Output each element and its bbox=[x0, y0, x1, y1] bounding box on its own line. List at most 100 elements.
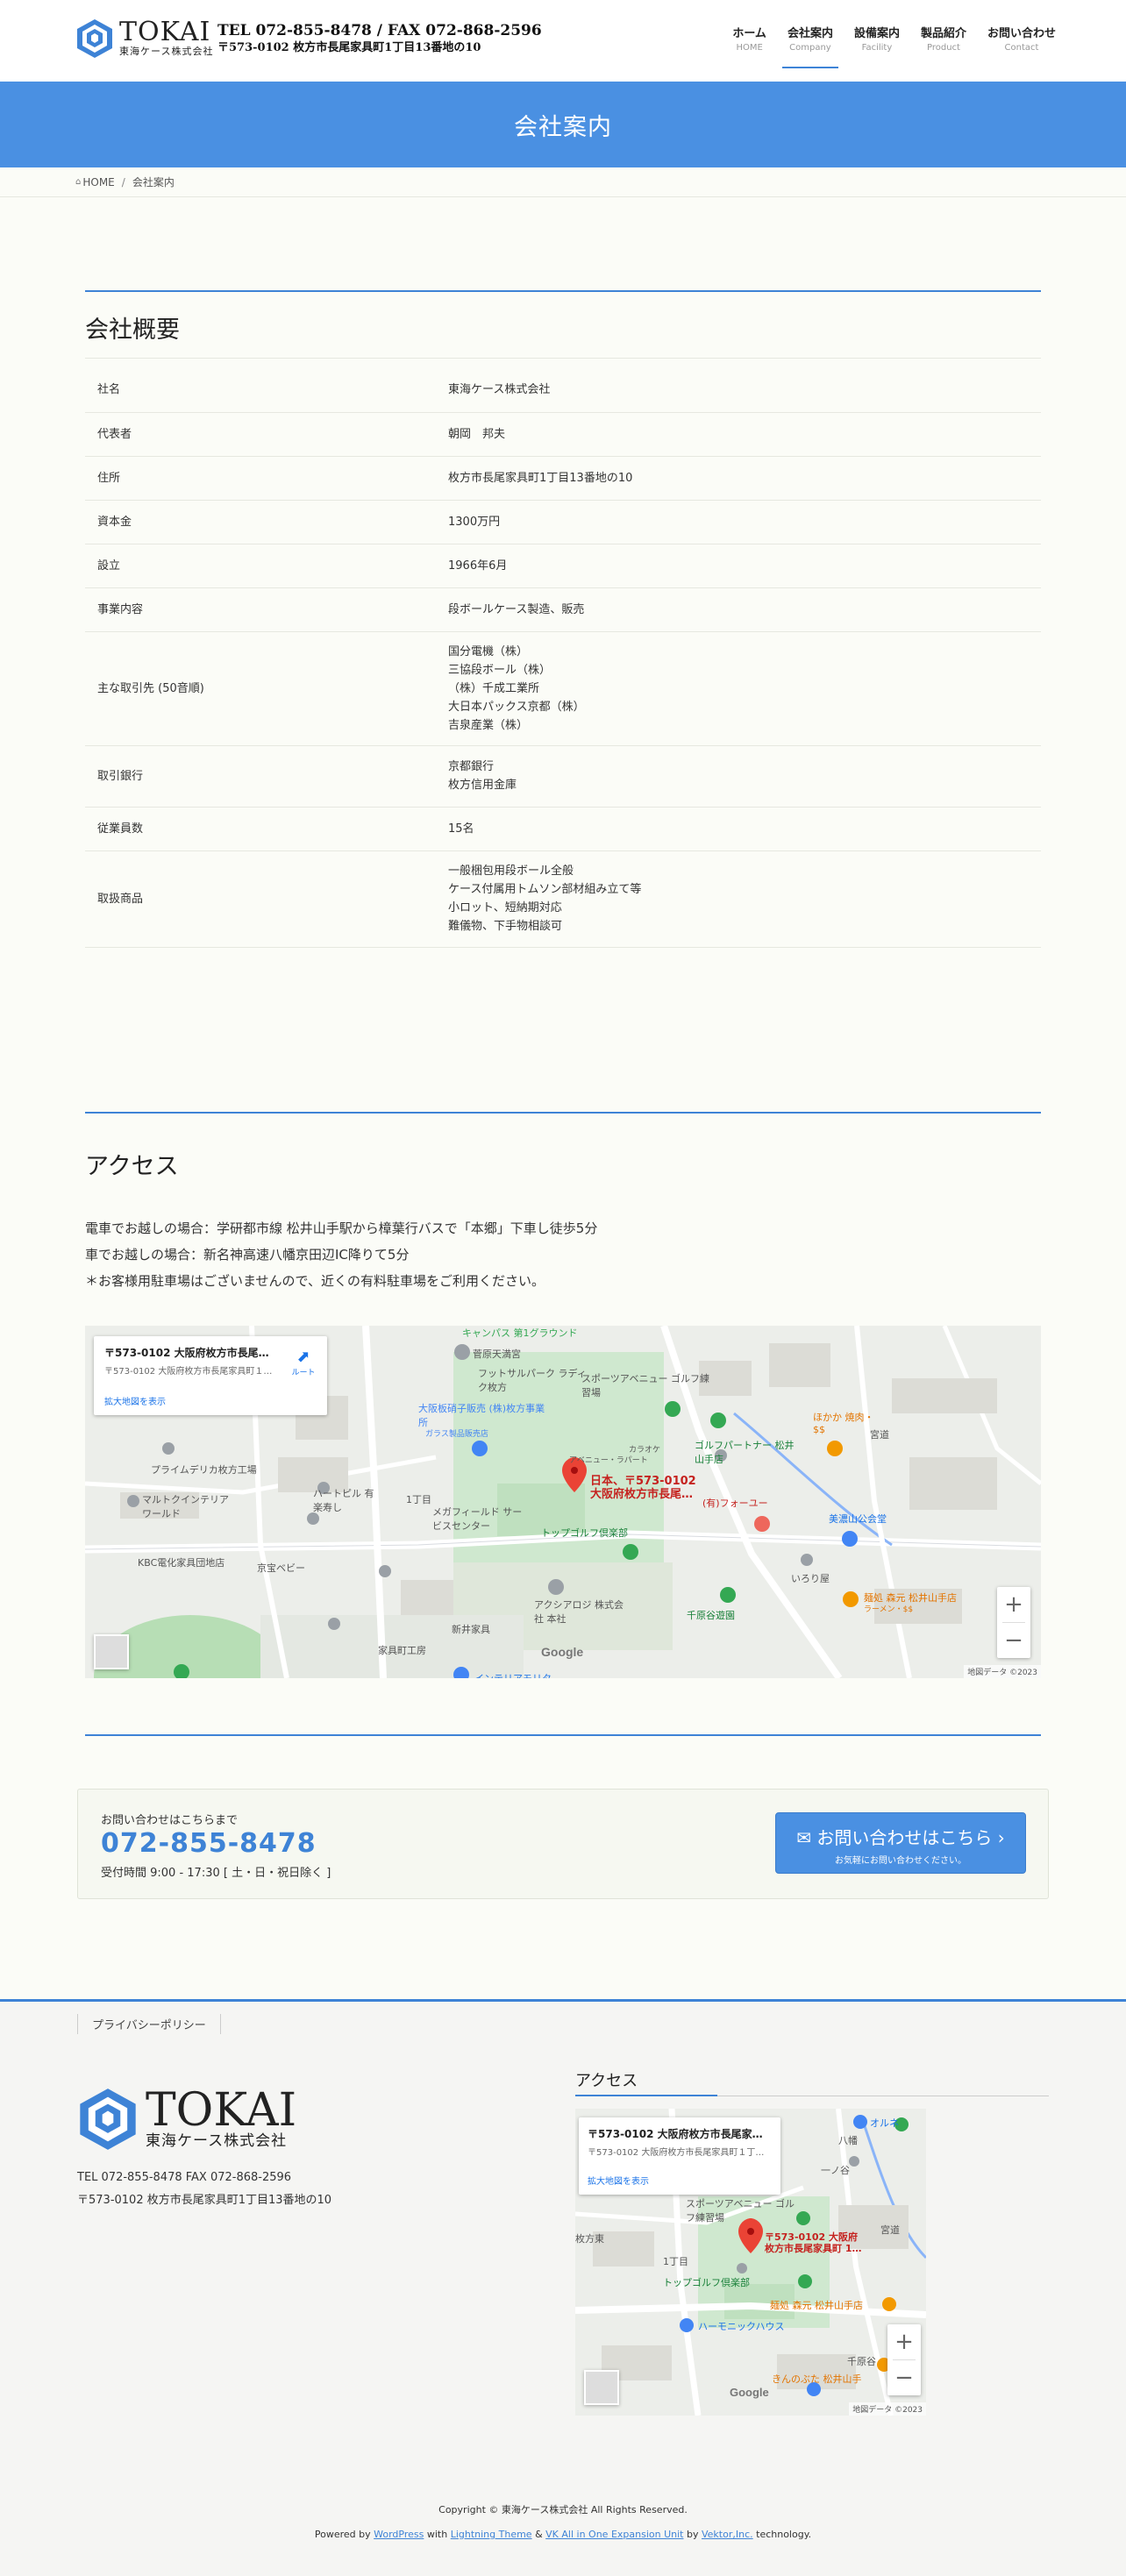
copyright-text: Copyright © 東海ケース株式会社 All Rights Reserve… bbox=[438, 2504, 688, 2516]
pin-label-line: 大阪府枚方市長尾… bbox=[590, 1488, 694, 1501]
table-row: 従業員数 15名 bbox=[85, 807, 1041, 851]
header-contact: TEL 072-855-8478 / FAX 072-868-2596 〒573… bbox=[217, 21, 542, 56]
footer-company-info: TEL 072-855-8478 FAX 072-868-2596 〒573-0… bbox=[77, 2167, 331, 2212]
map-card-address: 〒573-0102 大阪府枚方市長尾家具町１丁目１３−１０ bbox=[104, 1367, 276, 1377]
powered-by: Powered by WordPress with Lightning Them… bbox=[0, 2523, 1126, 2547]
map-place-label: 家具町工房 bbox=[378, 1645, 426, 1656]
value-line: 朝岡 邦夫 bbox=[448, 427, 506, 441]
row-value: 朝岡 邦夫 bbox=[436, 412, 1041, 457]
site-logo-link[interactable]: TOKAI 東海ケース株式会社 bbox=[75, 18, 213, 60]
contact-box: お問い合わせはこちらまで 072-855-8478 受付時間 9:00 - 17… bbox=[77, 1789, 1049, 1899]
tokai-cube-logo-icon bbox=[77, 19, 112, 58]
row-label: 従業員数 bbox=[85, 807, 436, 851]
zoom-in-button[interactable]: + bbox=[887, 2324, 921, 2359]
contact-button[interactable]: ✉ お問い合わせはこちら › お気軽にお問い合わせください。 bbox=[775, 1812, 1026, 1874]
map-place-label: アクシアロジ 株式会社 本社 bbox=[534, 1599, 624, 1625]
vk-expansion-link[interactable]: VK All in One Expansion Unit bbox=[545, 2529, 683, 2540]
nav-label: 会社案内 bbox=[787, 27, 833, 40]
directions-icon: ⬈ bbox=[296, 1348, 310, 1366]
nav-sublabel: Company bbox=[789, 43, 831, 53]
contact-button-label: お問い合わせはこちら bbox=[816, 1827, 993, 1848]
tokai-cube-logo-icon bbox=[80, 2089, 136, 2150]
contact-hours: 受付時間 9:00 - 17:30 [ 土・日・祝日除く ] bbox=[101, 1867, 331, 1880]
pin-label-line: 枚方市長尾家具町 1… bbox=[765, 2243, 862, 2254]
row-value: 一般梱包用段ボール全般 ケース付属用トムソン部材組み立て等 小ロット、短納期対応… bbox=[436, 850, 1041, 948]
value-line: 大日本パックス京都（株） bbox=[448, 700, 585, 714]
site-footer: プライバシーポリシー TOKAI 東海ケース株式会社 TEL 072-855-8… bbox=[0, 1999, 1126, 2576]
footer-access-title: アクセス bbox=[575, 2072, 638, 2090]
map-place-label: アベニュー・ラパート bbox=[569, 1456, 648, 1465]
nav-item-home[interactable]: ホーム HOME bbox=[732, 26, 766, 68]
copyright-block: Copyright © 東海ケース株式会社 All Rights Reserve… bbox=[0, 2498, 1126, 2547]
nav-item-product[interactable]: 製品紹介 Product bbox=[921, 26, 966, 68]
nav-sublabel: Facility bbox=[861, 43, 893, 53]
contact-tel[interactable]: 072-855-8478 bbox=[101, 1828, 317, 1859]
pin-label-line: 日本、〒573-0102 bbox=[590, 1475, 696, 1488]
brand-text: TOKAI 東海ケース株式会社 bbox=[119, 19, 213, 58]
zoom-out-button[interactable]: − bbox=[887, 2360, 921, 2395]
wordpress-link[interactable]: WordPress bbox=[374, 2529, 424, 2540]
row-value: 枚方市長尾家具町1丁目13番地の10 bbox=[436, 456, 1041, 501]
lightning-theme-link[interactable]: Lightning Theme bbox=[451, 2529, 532, 2540]
map-place-label: KBC電化家具団地店 bbox=[138, 1557, 225, 1569]
table-row: 取扱商品 一般梱包用段ボール全般 ケース付属用トムソン部材組み立て等 小ロット、… bbox=[85, 850, 1041, 948]
contact-button-main: ✉ お問い合わせはこちら › bbox=[776, 1824, 1025, 1849]
map-card-address: 〒573-0102 大阪府枚方市長尾家具町１丁目１３−１０ bbox=[588, 2148, 772, 2158]
map-place-label: キャンパス 第1グラウンド bbox=[462, 1327, 578, 1339]
map-zoom-control: + − bbox=[997, 1587, 1030, 1658]
value-line: 三協段ボール（株） bbox=[448, 663, 552, 677]
map-attribution: 地図データ ©2023 bbox=[964, 1665, 1041, 1678]
row-value: 1300万円 bbox=[436, 500, 1041, 544]
map-place-label: ラーメン・$$ bbox=[864, 1605, 914, 1614]
row-label: 事業内容 bbox=[85, 587, 436, 632]
view-larger-map-link[interactable]: 拡大地図を表示 bbox=[104, 1394, 166, 1407]
row-label: 取扱商品 bbox=[85, 850, 436, 948]
map-place-label: 八幡 bbox=[838, 2135, 858, 2146]
row-value: 段ボールケース製造、販売 bbox=[436, 587, 1041, 632]
map-place-label: 宮道 bbox=[880, 2224, 900, 2236]
value-line: 15名 bbox=[448, 822, 474, 836]
google-logo: Google bbox=[541, 1645, 584, 1659]
nav-item-company[interactable]: 会社案内 Company bbox=[781, 26, 838, 68]
map-place-label: 菅原天満宮 bbox=[473, 1348, 521, 1360]
street-view-pegman-icon[interactable] bbox=[94, 1634, 129, 1669]
map-pin-label: 〒573-0102 大阪府 枚方市長尾家具町 1… bbox=[765, 2231, 861, 2254]
zoom-in-button[interactable]: + bbox=[997, 1587, 1030, 1622]
page-header-banner: 会社案内 bbox=[0, 82, 1126, 167]
value-line: 1300万円 bbox=[448, 515, 501, 529]
directions-button[interactable]: ⬈ ルート bbox=[289, 1348, 318, 1378]
zoom-out-button[interactable]: − bbox=[997, 1623, 1030, 1658]
contact-lead: お問い合わせはこちらまで bbox=[101, 1814, 239, 1827]
vektor-link[interactable]: Vektor,Inc. bbox=[702, 2529, 753, 2540]
map-place-label: ハーモニックハウス bbox=[698, 2321, 785, 2332]
table-row: 取引銀行 京都銀行 枚方信用金庫 bbox=[85, 745, 1041, 808]
map-place-label: オルネ bbox=[870, 2117, 899, 2129]
map-card-title: 〒573-0102 大阪府枚方市長尾家具町１丁目１３−１０ bbox=[104, 1347, 276, 1359]
map-attribution: 地図データ ©2023 bbox=[849, 2402, 926, 2416]
row-label: 設立 bbox=[85, 544, 436, 588]
map-place-label: トップゴルフ倶楽部 bbox=[541, 1527, 628, 1539]
value-line: 小ロット、短納期対応 bbox=[448, 901, 562, 914]
footer-tel: TEL 072-855-8478 FAX 072-868-2596 bbox=[77, 2171, 292, 2184]
nav-item-contact[interactable]: お問い合わせ Contact bbox=[987, 26, 1056, 68]
breadcrumb-divider bbox=[0, 196, 1126, 197]
map-place-label: ガラス製品販売店 bbox=[425, 1430, 488, 1439]
title-divider bbox=[85, 358, 1041, 359]
company-info-table: 社名 東海ケース株式会社 代表者 朝岡 邦夫 住所 枚方市長尾家具町1丁目13番… bbox=[85, 368, 1041, 948]
privacy-policy-link[interactable]: プライバシーポリシー bbox=[77, 2014, 221, 2034]
view-larger-map-link[interactable]: 拡大地図を表示 bbox=[588, 2174, 649, 2187]
access-map[interactable]: キャンパス 第1グラウンド 菅原天満宮 フットサルパーク ラディク枚方 スポーツ… bbox=[85, 1326, 1041, 1678]
nav-item-facility[interactable]: 設備案内 Facility bbox=[854, 26, 900, 68]
map-place-label: 1丁目 bbox=[406, 1494, 431, 1505]
map-card-title: 〒573-0102 大阪府枚方市長尾家具町１丁目１３−１０ bbox=[588, 2128, 772, 2140]
footer-access-map[interactable]: オルネ 八幡 一ノ谷 スポーツアベニュー ゴルフ練習場 宮道 トップゴルフ倶楽部… bbox=[575, 2109, 926, 2416]
map-place-label: ハートピル 有楽寿し bbox=[313, 1488, 374, 1513]
street-view-pegman-icon[interactable] bbox=[584, 2370, 619, 2405]
value-line: 一般梱包用段ボール全般 bbox=[448, 865, 574, 878]
powered-text: & bbox=[535, 2529, 543, 2540]
map-place-label: ゴルフパートナー 松井山手店 bbox=[695, 1440, 795, 1465]
breadcrumb-home-link[interactable]: HOME bbox=[82, 176, 114, 189]
value-line: 国分電機（株） bbox=[448, 644, 529, 658]
map-zoom-control: + − bbox=[887, 2324, 921, 2395]
powered-text: by bbox=[686, 2529, 699, 2540]
